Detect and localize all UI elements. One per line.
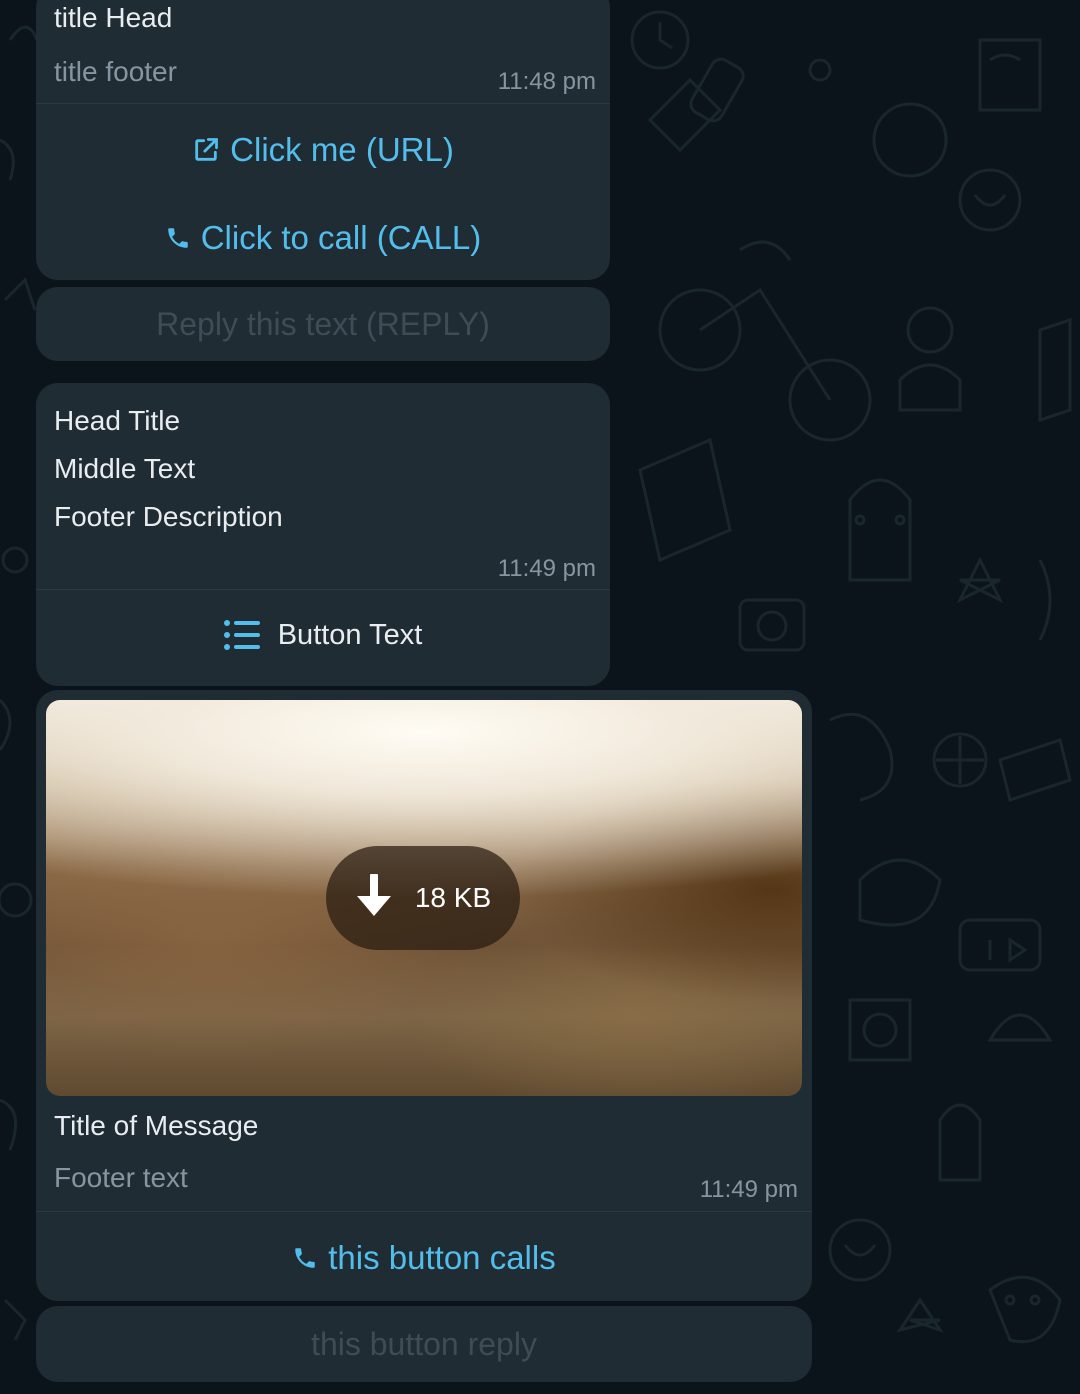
media-thumbnail[interactable]: 18 KB xyxy=(46,700,802,1096)
reply-button[interactable]: Reply this text (REPLY) xyxy=(36,287,610,361)
call-button[interactable]: this button calls xyxy=(36,1228,812,1288)
message-timestamp: 11:49 pm xyxy=(497,555,596,582)
message-bubble-1: title Head title footer 11:48 pm Click m… xyxy=(36,0,610,280)
download-button[interactable]: 18 KB xyxy=(326,846,520,950)
message-timestamp: 11:49 pm xyxy=(699,1176,798,1203)
phone-icon xyxy=(292,1245,318,1271)
message-title: Title of Message xyxy=(54,1110,259,1141)
message-middle-text: Middle Text xyxy=(54,453,196,484)
message-timestamp: 11:48 pm xyxy=(497,68,596,95)
file-size: 18 KB xyxy=(414,882,492,913)
url-button[interactable]: Click me (URL) xyxy=(36,120,610,180)
divider xyxy=(36,1211,812,1212)
external-link-icon xyxy=(192,136,220,164)
message-bubble-2: Head Title Middle Text Footer Descriptio… xyxy=(36,383,610,686)
reply-button[interactable]: this button reply xyxy=(36,1306,812,1382)
phone-icon xyxy=(165,225,191,251)
call-button[interactable]: Click to call (CALL) xyxy=(36,208,610,268)
message-head-title: Head Title xyxy=(54,405,181,436)
url-button-label: Click me (URL) xyxy=(230,131,454,168)
message-header: title Head xyxy=(54,2,173,33)
message-bubble-3: 18 KB Title of Message Footer text 11:49… xyxy=(36,690,812,1301)
divider xyxy=(36,589,610,590)
list-button[interactable]: Button Text xyxy=(36,605,610,665)
message-footer: Footer text xyxy=(54,1162,188,1193)
call-button-label: Click to call (CALL) xyxy=(200,219,482,256)
list-icon xyxy=(223,620,260,650)
divider xyxy=(36,103,610,104)
call-button-label: this button calls xyxy=(328,1239,556,1276)
message-footer-description: Footer Description xyxy=(54,501,283,532)
list-button-label: Button Text xyxy=(277,618,423,651)
download-arrow-icon xyxy=(355,873,393,923)
message-footer: title footer xyxy=(54,56,177,87)
